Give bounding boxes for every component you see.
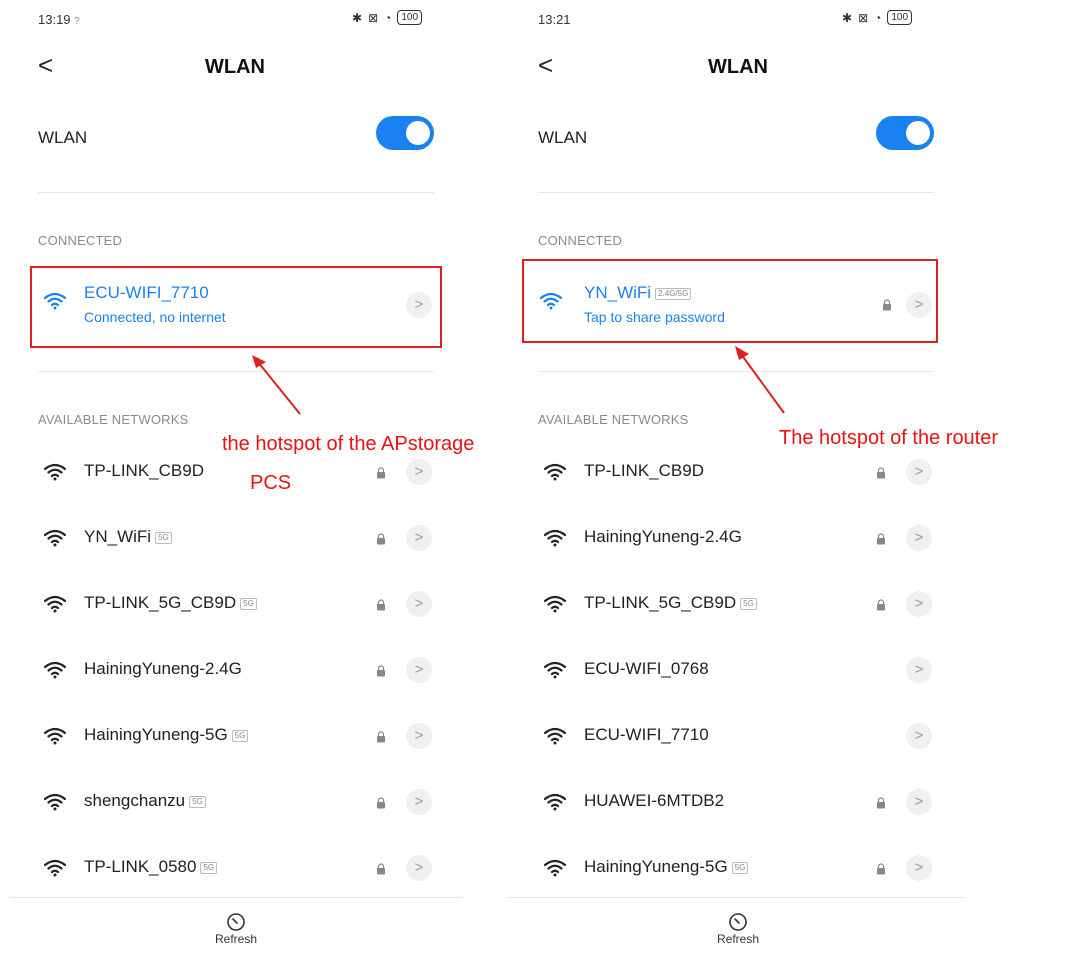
- annotation-router: The hotspot of the router: [779, 427, 999, 449]
- arrow-left: [252, 355, 301, 415]
- annotation-pcs: PCS: [250, 472, 292, 494]
- arrow-right: [735, 346, 785, 414]
- annotation-arrows: [252, 346, 785, 415]
- annotation-apstorage: the hotspot of the APstorage: [222, 433, 475, 455]
